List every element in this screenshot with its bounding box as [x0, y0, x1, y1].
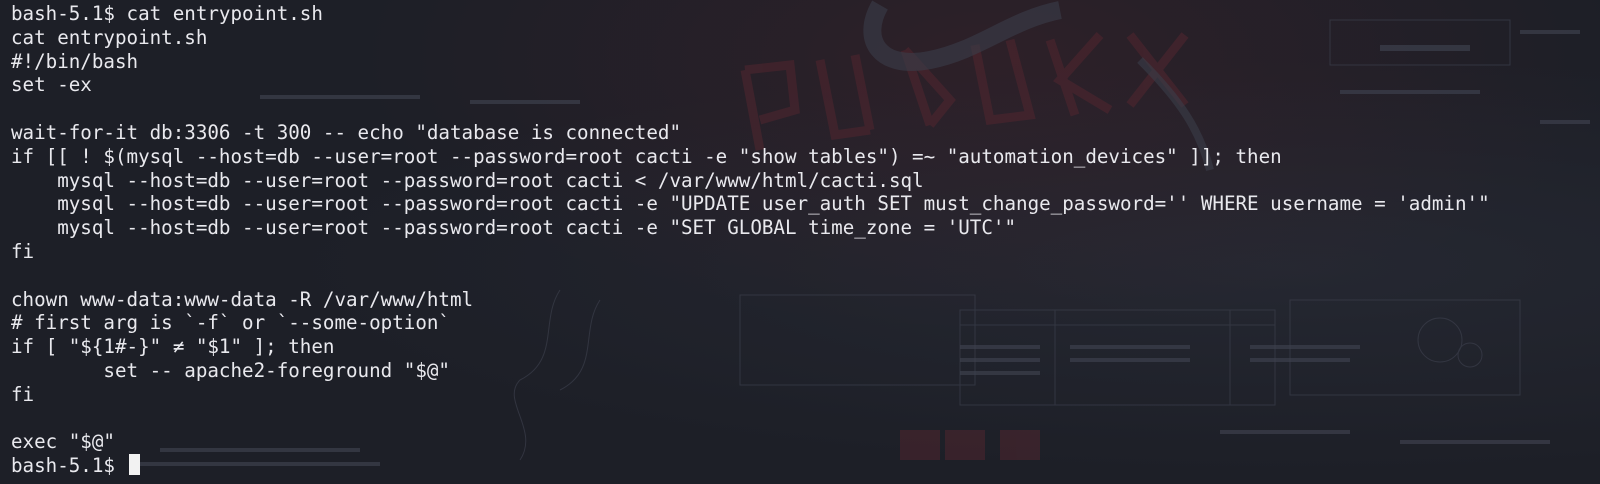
terminal-line: mysql --host=db --user=root --password=r…	[11, 216, 1017, 240]
terminal-window[interactable]: bash-5.1$ cat entrypoint.sh cat entrypoi…	[0, 0, 1600, 484]
terminal-line: # first arg is `-f` or `--some-option`	[11, 311, 450, 335]
text-cursor	[128, 454, 140, 476]
terminal-line: fi	[11, 239, 35, 263]
terminal-output[interactable]: bash-5.1$ cat entrypoint.sh cat entrypoi…	[11, 2, 1600, 478]
terminal-line: set -ex	[11, 73, 92, 97]
terminal-line: chown www-data:www-data -R /var/www/html	[11, 287, 474, 311]
terminal-line: if [[ ! $(mysql --host=db --user=root --…	[11, 144, 1282, 168]
terminal-line: fi	[11, 382, 35, 406]
terminal-line: exec "$@"	[11, 430, 115, 454]
terminal-line: if [ "${1#-}" ≠ "$1" ]; then	[11, 335, 335, 359]
terminal-line: mysql --host=db --user=root --password=r…	[11, 168, 924, 192]
terminal-line: mysql --host=db --user=root --password=r…	[11, 192, 1490, 216]
command-prompt-line[interactable]: bash-5.1$	[11, 454, 1600, 478]
terminal-line: #!/bin/bash	[11, 49, 139, 73]
terminal-line: set -- apache2-foreground "$@"	[11, 358, 450, 382]
terminal-line: wait-for-it db:3306 -t 300 -- echo "data…	[11, 120, 682, 144]
terminal-line: bash-5.1$ cat entrypoint.sh	[11, 2, 323, 25]
terminal-line: cat entrypoint.sh	[11, 25, 208, 49]
shell-prompt: bash-5.1$	[11, 454, 127, 478]
